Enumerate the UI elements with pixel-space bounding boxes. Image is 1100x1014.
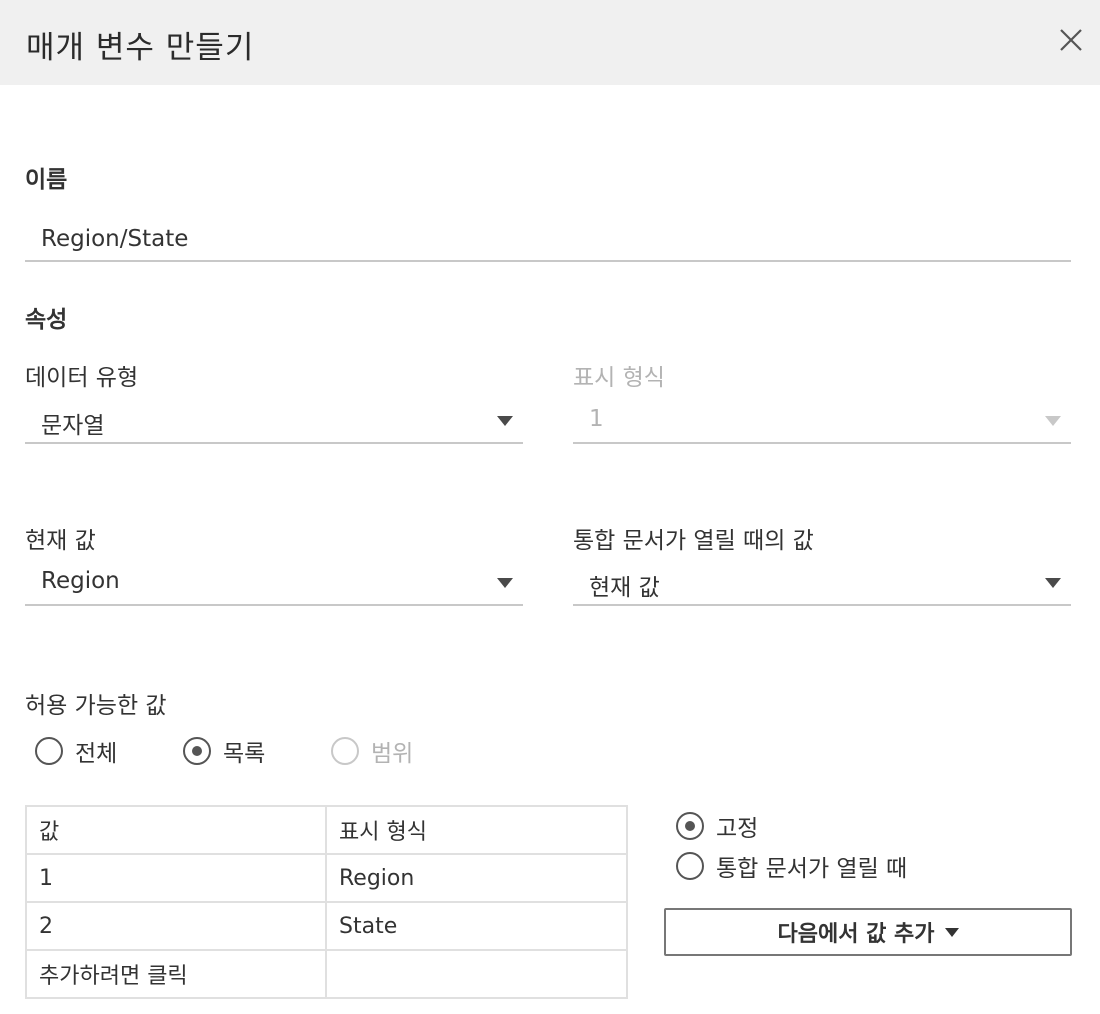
add-values-from-label: 다음에서 값 추가	[777, 922, 935, 947]
radio-range: 범위	[331, 734, 413, 768]
table-header-row: 값 표시 형식	[25, 805, 628, 855]
chevron-down-icon	[944, 927, 959, 937]
chevron-down-icon	[1045, 416, 1061, 426]
radio-all-circle[interactable]	[35, 737, 63, 765]
radio-all[interactable]: 전체	[35, 734, 117, 768]
radio-on-workbook-open[interactable]: 통합 문서가 열릴 때	[676, 849, 907, 883]
radio-range-circle	[331, 737, 359, 765]
display-format-label: 표시 형식	[573, 365, 665, 391]
column-header-display: 표시 형식	[325, 805, 628, 855]
radio-fixed[interactable]: 고정	[676, 809, 758, 843]
current-value-label: 현재 값	[25, 528, 96, 554]
chevron-down-icon	[1045, 578, 1061, 588]
value-list-table: 값 표시 형식 1 Region 2 State 추가하려면 클릭	[25, 805, 628, 999]
radio-on-workbook-open-label: 통합 문서가 열릴 때	[716, 856, 908, 882]
close-icon[interactable]	[1055, 24, 1087, 56]
radio-fixed-circle[interactable]	[676, 812, 704, 840]
add-row-placeholder[interactable]: 추가하려면 클릭	[25, 949, 327, 999]
add-row[interactable]: 추가하려면 클릭	[25, 949, 628, 999]
properties-heading: 속성	[25, 307, 68, 333]
radio-all-label: 전체	[75, 741, 118, 767]
radio-fixed-label: 고정	[716, 816, 759, 842]
radio-list-circle[interactable]	[183, 737, 211, 765]
allowable-values-label: 허용 가능한 값	[25, 693, 167, 719]
data-type-select[interactable]: 문자열	[25, 398, 523, 444]
current-value-value: Region	[41, 568, 120, 594]
workbook-open-value-label: 통합 문서가 열릴 때의 값	[573, 528, 814, 554]
data-type-label: 데이터 유형	[25, 365, 139, 391]
dialog-header: 매개 변수 만들기	[0, 0, 1100, 85]
table-cell-display[interactable]: State	[325, 901, 628, 951]
table-cell-value[interactable]: 2	[25, 901, 327, 951]
current-value-select[interactable]: Region	[25, 560, 523, 606]
add-row-empty-cell[interactable]	[325, 949, 628, 999]
radio-list[interactable]: 목록	[183, 734, 265, 768]
table-cell-value[interactable]: 1	[25, 853, 327, 903]
radio-range-label: 범위	[371, 741, 414, 767]
workbook-open-value-select[interactable]: 현재 값	[573, 560, 1071, 606]
chevron-down-icon	[497, 578, 513, 588]
chevron-down-icon	[497, 416, 513, 426]
column-header-value: 값	[25, 805, 327, 855]
name-input[interactable]: Region/State	[25, 216, 1071, 262]
table-row[interactable]: 2 State	[25, 901, 628, 951]
name-label: 이름	[25, 167, 68, 193]
dialog-title: 매개 변수 만들기	[26, 30, 255, 66]
display-format-value: 1	[589, 406, 604, 432]
add-values-from-button[interactable]: 다음에서 값 추가	[664, 908, 1072, 956]
radio-on-workbook-open-circle[interactable]	[676, 852, 704, 880]
display-format-select: 1	[573, 398, 1071, 444]
workbook-open-value-value: 현재 값	[589, 575, 660, 601]
name-input-value[interactable]: Region/State	[41, 226, 188, 252]
radio-list-label: 목록	[223, 741, 266, 767]
data-type-value: 문자열	[41, 413, 105, 439]
table-row[interactable]: 1 Region	[25, 853, 628, 903]
table-cell-display[interactable]: Region	[325, 853, 628, 903]
